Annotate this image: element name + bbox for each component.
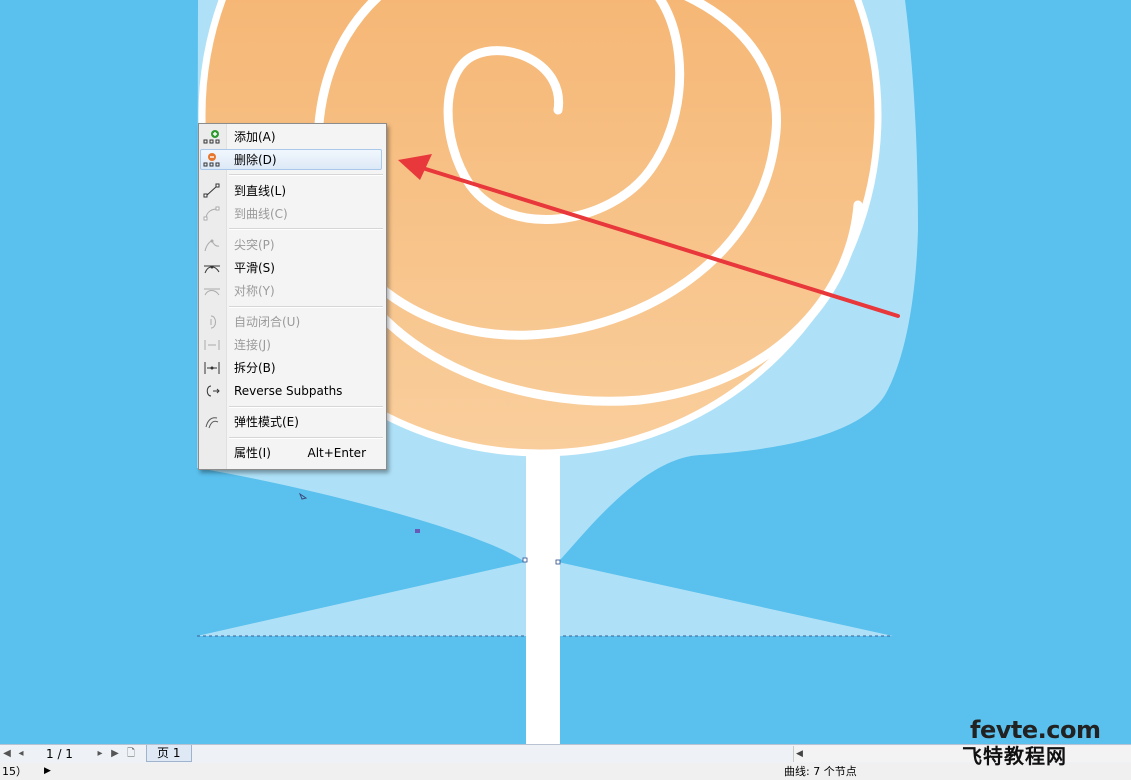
menu-item-label: 尖突(P): [234, 238, 275, 252]
menu-item-shortcut: Alt+Enter: [307, 446, 366, 460]
menu-item-to-line[interactable]: 到直线(L): [199, 180, 386, 202]
to-curve-icon: [203, 206, 220, 221]
page-counter: 1 / 1: [46, 747, 73, 761]
node-cursor-icon: [298, 492, 308, 500]
elastic-mode-icon: [205, 417, 219, 429]
menu-item-properties[interactable]: 属性(I) Alt+Enter: [199, 442, 386, 464]
menu-item-label: 到曲线(C): [234, 207, 288, 221]
add-node-icon: [203, 130, 220, 144]
delete-node-icon: [203, 153, 220, 167]
menu-item-smooth[interactable]: 平滑(S): [199, 257, 386, 279]
drawing-canvas[interactable]: [0, 0, 1131, 744]
menu-item-label: 对称(Y): [234, 284, 275, 298]
menu-item-delete[interactable]: 删除(D): [199, 149, 386, 171]
reverse-subpaths-icon: [206, 385, 220, 397]
first-page-icon[interactable]: ◀: [0, 746, 14, 762]
break-icon: [204, 362, 220, 374]
status-object-info: 曲线: 7 个节点: [784, 765, 857, 778]
menu-item-label: 弹性模式(E): [234, 415, 299, 429]
symmetric-icon: [204, 288, 220, 296]
path-node[interactable]: [555, 559, 561, 565]
auto-close-icon: [210, 315, 216, 329]
scroll-left-icon[interactable]: ◀: [796, 746, 803, 762]
menu-item-label: 自动闭合(U): [234, 315, 301, 329]
menu-item-highlight: [200, 149, 382, 170]
menu-item-reverse-subpaths[interactable]: Reverse Subpaths: [199, 380, 386, 402]
menu-item-cusp[interactable]: 尖突(P): [199, 234, 386, 256]
menu-separator: [229, 437, 383, 439]
menu-item-break[interactable]: 拆分(B): [199, 357, 386, 379]
status-coordinates: 15）: [2, 765, 27, 778]
menu-separator: [229, 306, 383, 308]
watermark: fevte.com 飞特教程网: [962, 716, 1127, 768]
node-context-menu: 添加(A) 删除(D) 到直线(L) 到曲线(C) 尖突(P) 平滑(S) 对称…: [198, 123, 387, 470]
menu-item-auto-close[interactable]: 自动闭合(U): [199, 311, 386, 333]
last-page-icon[interactable]: ▶: [108, 746, 122, 762]
menu-item-label: Reverse Subpaths: [234, 384, 343, 398]
menu-item-to-curve[interactable]: 到曲线(C): [199, 203, 386, 225]
menu-item-symmetric[interactable]: 对称(Y): [199, 280, 386, 302]
menu-item-label: 平滑(S): [234, 261, 275, 275]
menu-item-label: 属性(I): [234, 446, 271, 460]
menu-item-add[interactable]: 添加(A): [199, 126, 386, 148]
watermark-site-name: 飞特教程网: [962, 744, 1067, 768]
to-line-icon: [203, 183, 220, 198]
join-icon: [204, 340, 220, 350]
smooth-icon: [204, 265, 220, 274]
menu-item-label: 拆分(B): [234, 361, 276, 375]
menu-item-join[interactable]: 连接(J): [199, 334, 386, 356]
menu-item-elastic-mode[interactable]: 弹性模式(E): [199, 411, 386, 433]
menu-separator: [229, 228, 383, 230]
path-node[interactable]: [522, 557, 528, 563]
cusp-icon: [204, 239, 220, 252]
add-page-icon[interactable]: 🗋: [124, 746, 138, 762]
menu-item-label: 添加(A): [234, 130, 276, 144]
tab-page-1[interactable]: 页 1: [146, 745, 192, 762]
menu-item-label: 删除(D): [234, 153, 277, 167]
next-page-icon[interactable]: ▸: [93, 746, 107, 762]
play-icon[interactable]: ▶: [44, 763, 51, 780]
menu-item-label: 到直线(L): [234, 184, 287, 198]
menu-separator: [229, 174, 383, 176]
path-node[interactable]: [415, 529, 420, 533]
menu-item-label: 连接(J): [234, 338, 271, 352]
menu-separator: [229, 406, 383, 408]
previous-page-icon[interactable]: ◂: [14, 746, 28, 762]
lollipop-stick[interactable]: [526, 452, 560, 744]
